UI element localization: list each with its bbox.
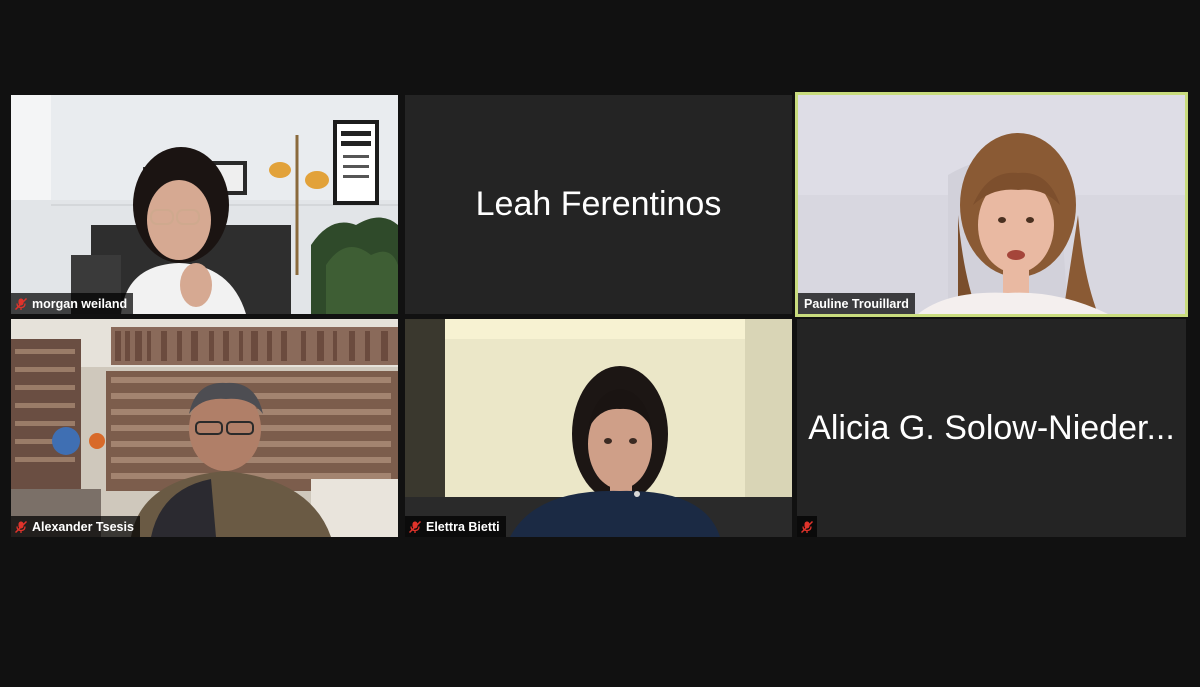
video-feed — [405, 319, 792, 537]
mic-off-icon — [800, 520, 814, 533]
mute-badge — [797, 516, 817, 537]
participant-name: Alexander Tsesis — [32, 519, 134, 534]
mic-off-icon — [14, 520, 28, 533]
participant-tile-leah-ferentinos[interactable]: Leah Ferentinos — [405, 95, 792, 314]
video-feed — [11, 319, 398, 537]
participant-name: morgan weiland — [32, 296, 128, 311]
participant-nameplate: morgan weiland — [11, 293, 134, 314]
participant-tile-alicia-solow-niederman[interactable]: Alicia G. Solow-Nieder... — [797, 319, 1186, 537]
video-feed — [798, 95, 1185, 314]
participant-display-name: Alicia G. Solow-Nieder... — [808, 408, 1175, 447]
participant-nameplate: Alexander Tsesis — [11, 516, 140, 537]
participant-tile-morgan-weiland[interactable]: morgan weiland — [11, 95, 398, 314]
video-feed — [11, 95, 398, 314]
participant-tile-pauline-trouillard[interactable]: Pauline Trouillard — [795, 92, 1188, 317]
participant-nameplate: Elettra Bietti — [405, 516, 506, 537]
participant-nameplate: Pauline Trouillard — [798, 293, 915, 314]
participant-name: Elettra Bietti — [426, 519, 500, 534]
participant-display-name: Leah Ferentinos — [475, 185, 722, 223]
participant-name: Pauline Trouillard — [804, 296, 909, 311]
participant-tile-elettra-bietti[interactable]: Elettra Bietti — [405, 319, 792, 537]
gallery-view: morgan weiland Leah Ferentinos Pauline T… — [0, 0, 1200, 687]
mic-off-icon — [14, 297, 28, 310]
participant-tile-alexander-tsesis[interactable]: Alexander Tsesis — [11, 319, 398, 537]
mic-off-icon — [408, 520, 422, 533]
